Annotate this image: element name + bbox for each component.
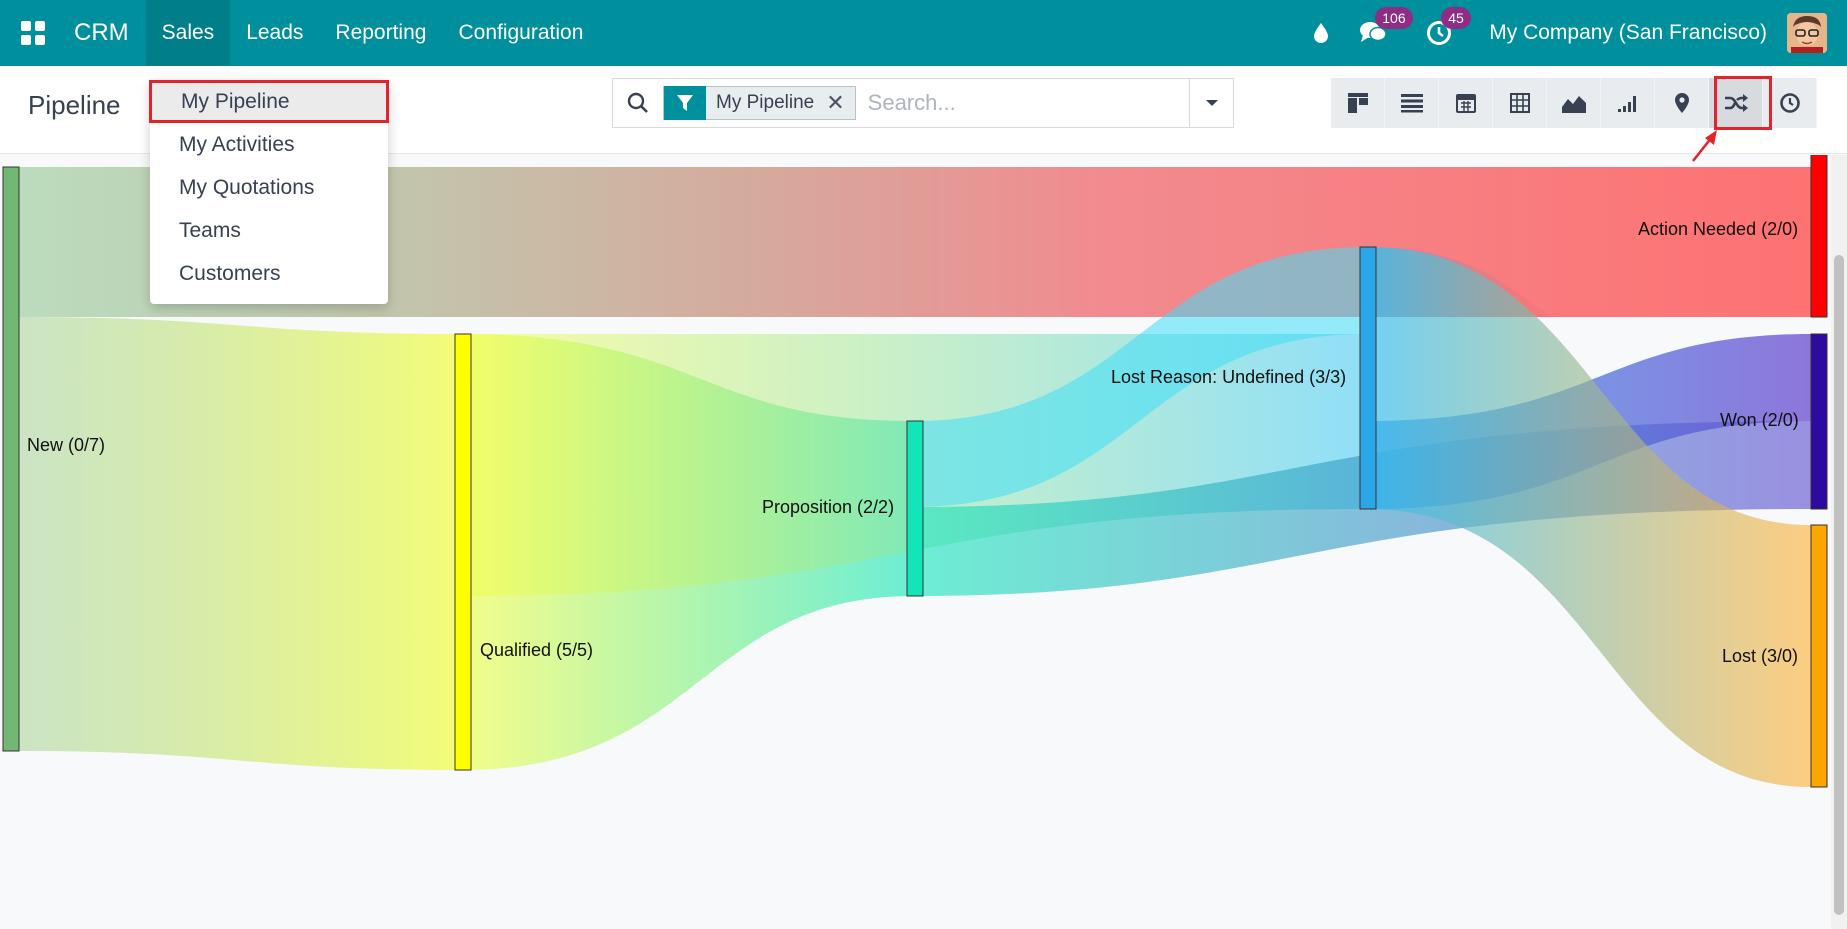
navbar-systray: 106 45 My Company (San Francisco) (1289, 0, 1847, 66)
messages-icon[interactable]: 106 (1353, 7, 1413, 53)
app-menu-icon[interactable] (0, 0, 66, 66)
filter-icon (664, 86, 706, 120)
map-view-icon[interactable] (1655, 78, 1709, 128)
activities-badge: 45 (1441, 7, 1471, 29)
node-label-action-needed: Action Needed (2/0) (1638, 219, 1799, 239)
dropdown-item-my-activities[interactable]: My Activities (150, 123, 388, 166)
user-avatar[interactable] (1787, 13, 1827, 53)
node-proposition[interactable] (906, 420, 924, 597)
node-lost[interactable] (1810, 524, 1828, 788)
facet-remove-icon[interactable]: ✕ (826, 90, 854, 116)
calendar-view-icon[interactable] (1439, 78, 1493, 128)
menu-reporting[interactable]: Reporting (319, 0, 442, 66)
scrollbar-thumb[interactable] (1834, 255, 1844, 915)
dropdown-item-my-quotations[interactable]: My Quotations (150, 166, 388, 209)
node-won[interactable] (1810, 333, 1828, 510)
page-title: Pipeline (28, 90, 121, 120)
top-navbar: CRM Sales Leads Reporting Configuration … (0, 0, 1847, 66)
kanban-view-icon[interactable] (1331, 78, 1385, 128)
link-new-qualified (17, 317, 463, 770)
search-facet: My Pipeline ✕ (663, 86, 856, 120)
droplet-icon[interactable] (1301, 13, 1341, 53)
pivot-view-icon[interactable] (1493, 78, 1547, 128)
node-action-needed[interactable] (1810, 155, 1828, 318)
sales-dropdown-menu: My Pipeline My Activities My Quotations … (149, 80, 389, 304)
sankey-view-highlight (1714, 76, 1772, 130)
company-switcher[interactable]: My Company (San Francisco) (1489, 21, 1767, 45)
search-bar: My Pipeline ✕ (612, 78, 1234, 128)
node-label-proposition: Proposition (2/2) (762, 497, 895, 517)
node-label-lost-reason: Lost Reason: Undefined (3/3) (1111, 367, 1347, 387)
cohort-view-icon[interactable] (1601, 78, 1655, 128)
page-scrollbar[interactable] (1831, 155, 1847, 929)
messages-badge: 106 (1375, 7, 1413, 29)
search-input[interactable] (867, 90, 1168, 116)
dropdown-item-teams[interactable]: Teams (150, 209, 388, 252)
menu-leads[interactable]: Leads (230, 0, 319, 66)
search-icon[interactable] (613, 79, 663, 127)
activities-clock-icon[interactable]: 45 (1419, 7, 1471, 53)
facet-label: My Pipeline (716, 92, 815, 113)
node-lost-reason[interactable] (1359, 246, 1377, 510)
search-options-toggle[interactable] (1189, 79, 1233, 127)
menu-configuration[interactable]: Configuration (442, 0, 599, 66)
menu-sales[interactable]: Sales (145, 0, 231, 66)
node-label-won: Won (2/0) (1720, 410, 1799, 430)
node-label-qualified: Qualified (5/5) (480, 640, 594, 660)
node-new[interactable] (2, 166, 20, 752)
node-label-lost: Lost (3/0) (1722, 646, 1799, 666)
list-view-icon[interactable] (1385, 78, 1439, 128)
node-qualified[interactable] (454, 333, 472, 771)
dropdown-item-customers[interactable]: Customers (150, 252, 388, 295)
dropdown-item-my-pipeline[interactable]: My Pipeline (149, 80, 389, 123)
graph-view-icon[interactable] (1547, 78, 1601, 128)
app-name[interactable]: CRM (66, 0, 146, 66)
node-label-new: New (0/7) (27, 435, 106, 455)
link-lost-reason-lost (1367, 247, 1811, 787)
